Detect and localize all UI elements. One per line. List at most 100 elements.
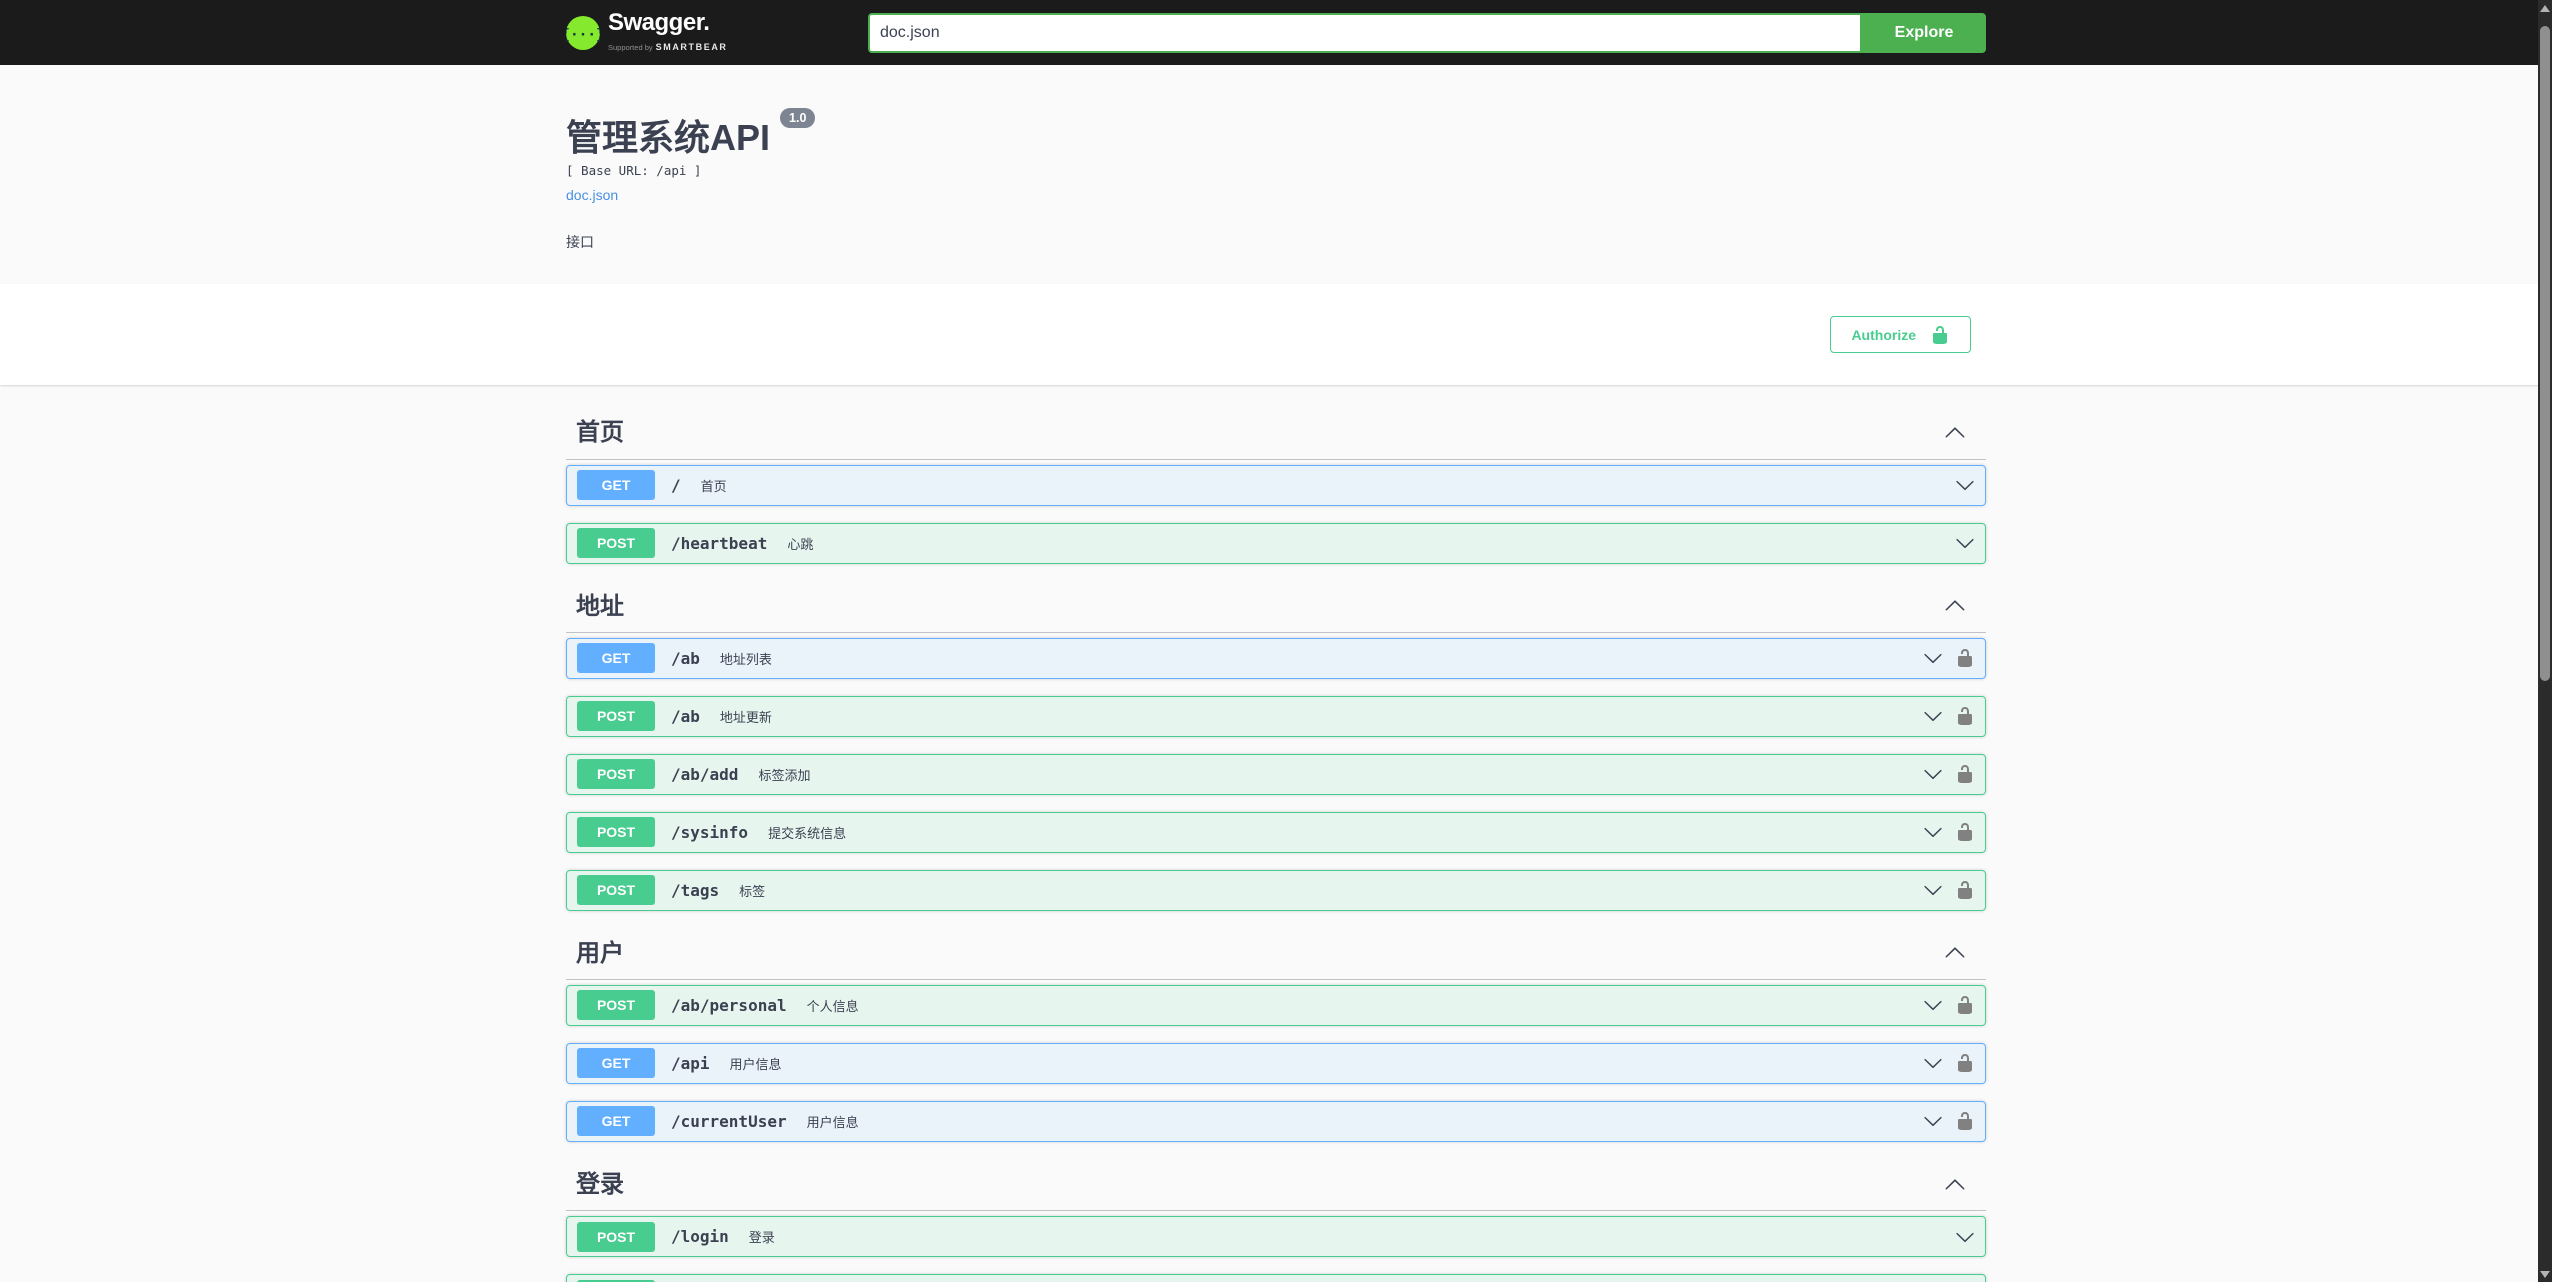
search-input[interactable]	[868, 12, 1862, 53]
method-badge: GET	[577, 1106, 655, 1137]
method-badge: POST	[577, 990, 655, 1021]
op-summary: 标签添加	[758, 767, 811, 783]
lock-icon[interactable]	[1955, 1053, 1975, 1073]
op-summary: 地址列表	[719, 651, 772, 667]
op-path: /	[671, 475, 681, 495]
chevron-down-icon[interactable]	[1923, 648, 1943, 668]
chevron-up-icon[interactable]	[1944, 595, 1966, 617]
section-header[interactable]: 地址	[566, 581, 1986, 633]
api-title-text: 管理系统API	[566, 117, 771, 158]
base-url: [ Base URL: /api ]	[566, 163, 702, 179]
operation-row[interactable]: POST /login 登录	[566, 1216, 1986, 1258]
operation-row[interactable]: POST /sysinfo 提交系统信息	[566, 811, 1986, 853]
operation-row[interactable]: GET /ab 地址列表	[566, 637, 1986, 679]
chevron-down-icon[interactable]	[1923, 1053, 1943, 1073]
lock-icon[interactable]	[1955, 995, 1975, 1015]
swagger-logo[interactable]: {···} Swagger. Supported bySMARTBEAR	[566, 11, 728, 54]
op-path: /login	[671, 1227, 729, 1247]
method-badge: POST	[577, 875, 655, 906]
page-title: 管理系统API 1.0	[566, 108, 1986, 158]
info-section: 管理系统API 1.0 [ Base URL: /api ] doc.json 接…	[0, 65, 2552, 285]
explore-button[interactable]: Explore	[1862, 12, 1986, 53]
chevron-down-icon[interactable]	[1923, 1111, 1943, 1131]
op-path: /api	[671, 1053, 710, 1073]
lock-icon[interactable]	[1955, 880, 1975, 900]
chevron-up-icon[interactable]	[1944, 1174, 1966, 1196]
lock-icon[interactable]	[1955, 648, 1975, 668]
section-rows: POST /ab/personal 个人信息 GET /api 用户信息 GET…	[566, 984, 1986, 1142]
chevron-down-icon[interactable]	[1923, 706, 1943, 726]
scheme-container: Authorize	[0, 284, 2552, 386]
lock-icon[interactable]	[1955, 706, 1975, 726]
op-summary: 心跳	[787, 536, 814, 552]
topbar: {···} Swagger. Supported bySMARTBEAR Exp…	[0, 0, 2552, 65]
scrollbar-down-button[interactable]	[2538, 1266, 2552, 1282]
operation-row[interactable]: GET /api 用户信息	[566, 1042, 1986, 1084]
chevron-down-icon[interactable]	[1955, 533, 1975, 553]
swagger-logo-icon: {···}	[566, 15, 600, 50]
method-badge: POST	[577, 528, 655, 559]
chevron-up-icon[interactable]	[1944, 422, 1966, 444]
operation-row[interactable]: POST /ab/add 标签添加	[566, 753, 1986, 795]
operation-row[interactable]: POST /heartbeat 心跳	[566, 522, 1986, 564]
method-badge: GET	[577, 1048, 655, 1079]
method-badge: POST	[577, 701, 655, 732]
op-path: /sysinfo	[671, 822, 749, 842]
operation-row[interactable]: POST /ab 地址更新	[566, 695, 1986, 737]
op-summary: 用户信息	[729, 1056, 782, 1072]
lock-icon[interactable]	[1955, 1111, 1975, 1131]
op-summary: 地址更新	[719, 709, 772, 725]
authorize-label: Authorize	[1851, 326, 1916, 343]
authorize-button[interactable]: Authorize	[1830, 316, 1971, 354]
method-badge: GET	[577, 643, 655, 674]
method-badge: GET	[577, 470, 655, 501]
op-path: /currentUser	[671, 1111, 787, 1131]
brand-name: Swagger.	[608, 9, 710, 36]
op-summary: 登录	[748, 1230, 775, 1246]
tag-section: 首页 GET / 首页 POST /heartbeat 心跳	[566, 407, 1986, 564]
op-path: /ab	[671, 706, 700, 726]
chevron-down-icon[interactable]	[1955, 1227, 1975, 1247]
scrollbar-up-button[interactable]	[2538, 0, 2552, 16]
brand-subtitle: Supported by SMARTBEAR	[608, 42, 728, 52]
operation-row[interactable]: POST /ab/personal 个人信息	[566, 984, 1986, 1026]
op-path: /tags	[671, 880, 720, 900]
operation-row[interactable]: GET / 首页	[566, 464, 1986, 506]
doc-json-link[interactable]: doc.json	[566, 187, 618, 203]
section-title: 首页	[576, 419, 624, 447]
section-header[interactable]: 登录	[566, 1159, 1986, 1212]
section-header[interactable]: 用户	[566, 928, 1986, 980]
tag-section: 地址 GET /ab 地址列表 POST /ab 地址更新 POST /ab/a…	[566, 581, 1986, 911]
chevron-up-icon[interactable]	[1944, 942, 1966, 964]
section-rows: GET /ab 地址列表 POST /ab 地址更新 POST /ab/add …	[566, 637, 1986, 911]
scrollbar-thumb[interactable]	[2540, 26, 2550, 681]
operation-row[interactable]: POST /tags 标签	[566, 869, 1986, 911]
op-path: /ab	[671, 648, 700, 668]
method-badge: POST	[577, 1221, 655, 1252]
section-title: 地址	[576, 592, 624, 620]
op-summary: 个人信息	[806, 998, 859, 1014]
operation-row[interactable]: GET /currentUser 用户信息	[566, 1100, 1986, 1142]
op-path: /heartbeat	[671, 533, 768, 553]
section-title: 登录	[576, 1170, 624, 1198]
op-summary: 提交系统信息	[768, 825, 847, 841]
section-title: 用户	[576, 939, 624, 967]
lock-icon[interactable]	[1955, 822, 1975, 842]
lock-icon[interactable]	[1955, 764, 1975, 784]
section-header[interactable]: 首页	[566, 407, 1986, 460]
chevron-down-icon[interactable]	[1955, 475, 1975, 495]
op-path: /ab/personal	[671, 995, 787, 1015]
scrollbar[interactable]	[2538, 0, 2552, 1282]
chevron-down-icon[interactable]	[1923, 880, 1943, 900]
version-badge: 1.0	[780, 108, 816, 129]
operation-row[interactable]: POST /login/outLogin 退出登录	[566, 1274, 1986, 1282]
chevron-down-icon[interactable]	[1923, 995, 1943, 1015]
chevron-down-icon[interactable]	[1923, 822, 1943, 842]
api-description: 接口	[566, 234, 594, 251]
op-summary: 首页	[700, 478, 727, 494]
tag-section: 登录 POST /login 登录 POST /login/outLogin 退…	[566, 1159, 1986, 1282]
chevron-down-icon[interactable]	[1923, 764, 1943, 784]
unlock-icon	[1933, 325, 1947, 344]
operations: 首页 GET / 首页 POST /heartbeat 心跳 地址 GET /a…	[546, 385, 2006, 1282]
method-badge: POST	[577, 759, 655, 790]
